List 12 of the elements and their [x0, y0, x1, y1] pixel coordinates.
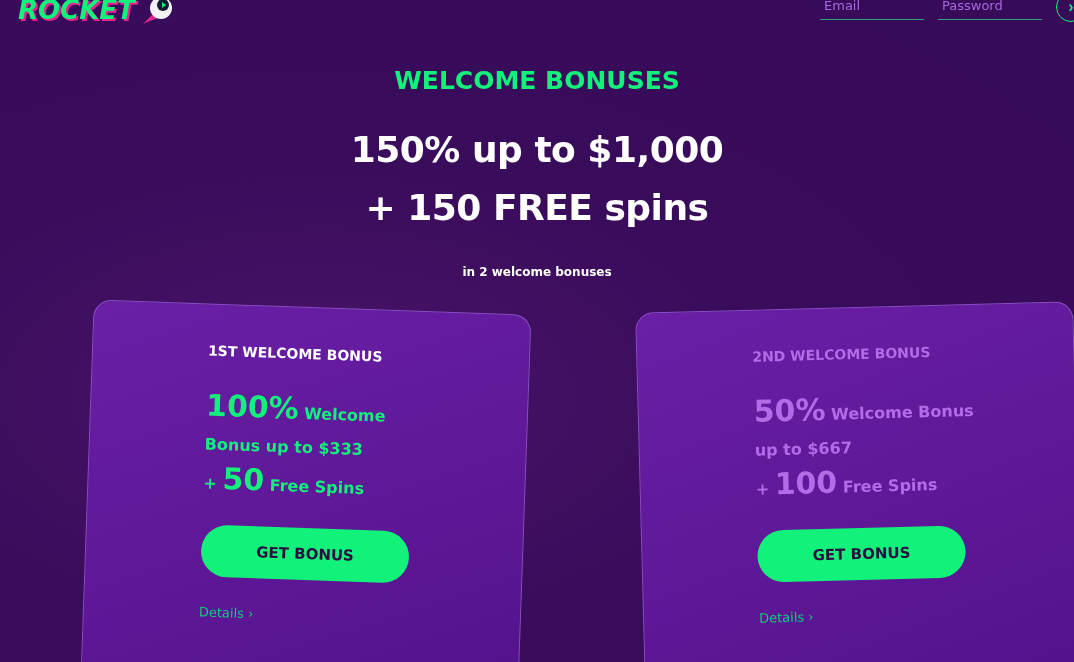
get-bonus-button[interactable]: GET BONUS — [200, 524, 410, 584]
bonus-offer: 50% Welcome Bonus up to $667 +100 Free Spins — [753, 390, 975, 504]
card-title: 1ST WELCOME BONUS — [207, 342, 384, 367]
email-field[interactable]: Email — [820, 0, 924, 20]
password-field[interactable]: Password — [938, 0, 1042, 20]
subtitle: in 2 welcome bonuses — [462, 265, 612, 279]
headline: 150% up to $1,000 — [350, 128, 724, 172]
details-link[interactable]: Details › — [198, 604, 254, 622]
logo-text: ROCKET — [18, 0, 135, 24]
headline: + 150 FREE spins — [365, 186, 709, 230]
section-kicker: WELCOME BONUSES — [394, 66, 680, 95]
card-title: 2ND WELCOME BONUS — [752, 343, 932, 365]
